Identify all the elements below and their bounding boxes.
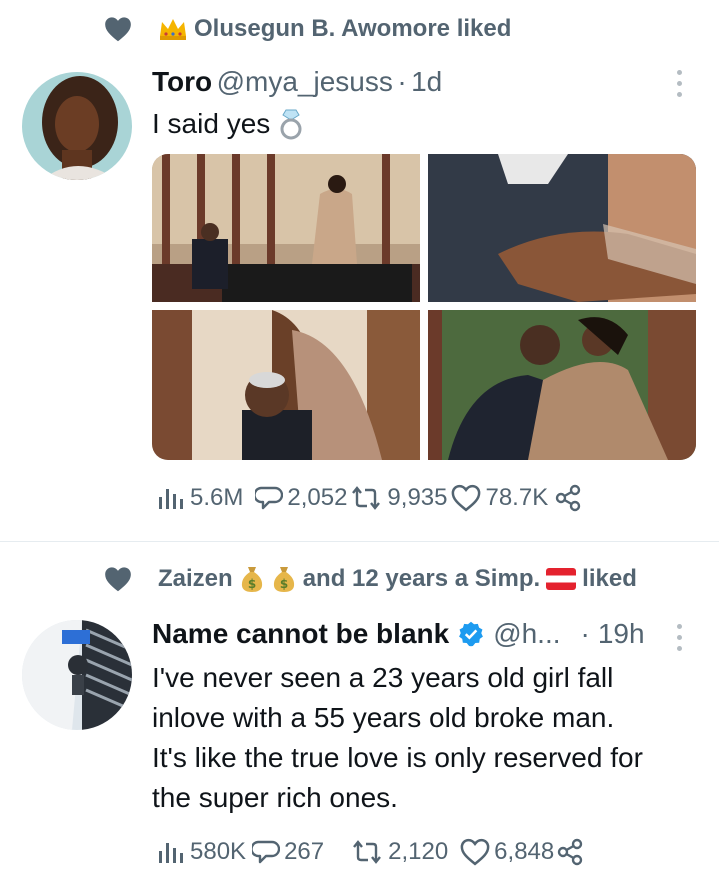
- svg-text:$: $: [248, 577, 256, 591]
- like-count: 78.7K: [485, 484, 549, 511]
- tweet-text-line: It's like the true love is only reserved…: [152, 742, 643, 773]
- tweet-divider: [0, 541, 719, 542]
- tweet-header: Toro @mya_jesuss · 1d: [152, 66, 442, 98]
- views-count: 580K: [190, 838, 247, 865]
- views-button[interactable]: 5.6M: [156, 484, 243, 512]
- like-icon: [452, 484, 481, 512]
- like-icon: [460, 838, 490, 866]
- share-button[interactable]: [554, 484, 582, 512]
- tweet-text: I said yes: [152, 104, 304, 144]
- reply-button[interactable]: 2,052: [255, 484, 347, 512]
- tweet-text-line: I've never seen a 23 years old girl fall: [152, 662, 614, 693]
- like-count: 6,848: [494, 838, 555, 865]
- money-bag-icon: $: [273, 567, 294, 592]
- reply-count: 2,052: [287, 484, 348, 511]
- username[interactable]: @h...: [493, 618, 560, 650]
- timestamp[interactable]: 1d: [411, 66, 442, 97]
- timestamp[interactable]: 19h: [598, 618, 645, 650]
- heart-icon: [105, 567, 131, 592]
- crown-icon: [160, 19, 186, 40]
- share-icon: [556, 484, 581, 512]
- reply-count: 267: [284, 838, 325, 865]
- photo-4[interactable]: [428, 310, 696, 460]
- reply-icon: [252, 840, 281, 864]
- retweet-count: 9,935: [387, 484, 448, 511]
- social-context-2: Zaizen $ $ and 12 years a Simp. liked: [104, 564, 637, 594]
- separator-dot: ·: [580, 618, 590, 649]
- views-count: 5.6M: [190, 484, 244, 511]
- action-bar-2: 580K 267 2,120 6,848: [156, 838, 584, 866]
- avatar[interactable]: [22, 620, 132, 730]
- avatar[interactable]: [22, 72, 132, 180]
- like-button[interactable]: 78.7K: [451, 484, 548, 512]
- tweet-text-content: I said yes: [152, 108, 271, 139]
- action-bar-1: 5.6M 2,052 9,935 78.7K: [156, 484, 582, 512]
- retweet-count: 2,120: [388, 838, 449, 865]
- reply-button[interactable]: 267: [252, 838, 324, 866]
- verified-badge-icon: [459, 621, 484, 647]
- money-bag-icon: $: [241, 567, 262, 592]
- tweet-text-line: inlove with a 55 years old broke man.: [152, 702, 615, 733]
- views-icon: [159, 489, 183, 509]
- retweet-button[interactable]: 9,935: [349, 484, 447, 512]
- social-suffix: liked: [582, 565, 637, 592]
- views-icon: [159, 843, 183, 863]
- share-icon: [558, 838, 583, 866]
- social-context-1: Olusegun B. Awomore liked: [104, 15, 511, 43]
- separator-dot: ·: [397, 66, 407, 97]
- more-icon[interactable]: [677, 624, 683, 651]
- retweet-icon: [353, 840, 382, 864]
- social-name[interactable]: Zaizen: [158, 565, 233, 593]
- views-button[interactable]: 580K: [156, 838, 246, 866]
- tweet-text-line: the super rich ones.: [152, 782, 398, 813]
- retweet-icon: [352, 486, 381, 510]
- reply-icon: [255, 486, 284, 510]
- display-name[interactable]: Toro: [152, 66, 212, 97]
- like-button[interactable]: 6,848: [460, 838, 554, 866]
- more-icon[interactable]: [677, 70, 683, 97]
- ring-icon: [280, 109, 302, 140]
- tweet-text: I've never seen a 23 years old girl fall…: [152, 658, 643, 818]
- display-name[interactable]: Name cannot be blank: [152, 618, 449, 650]
- photo-3[interactable]: [152, 310, 420, 460]
- social-context-text[interactable]: Olusegun B. Awomore liked: [194, 15, 511, 43]
- social-rest[interactable]: and 12 years a Simp.: [303, 565, 540, 593]
- tweet-header: Name cannot be blank @h... · 19h: [152, 618, 645, 650]
- username[interactable]: @mya_jesuss: [217, 66, 393, 97]
- retweet-button[interactable]: 2,120: [350, 838, 448, 866]
- austria-flag-icon: [546, 568, 577, 590]
- photo-2[interactable]: [428, 154, 696, 302]
- share-button[interactable]: [556, 838, 584, 866]
- heart-icon: [105, 17, 131, 42]
- svg-text:$: $: [280, 577, 288, 591]
- photo-1[interactable]: [152, 154, 420, 302]
